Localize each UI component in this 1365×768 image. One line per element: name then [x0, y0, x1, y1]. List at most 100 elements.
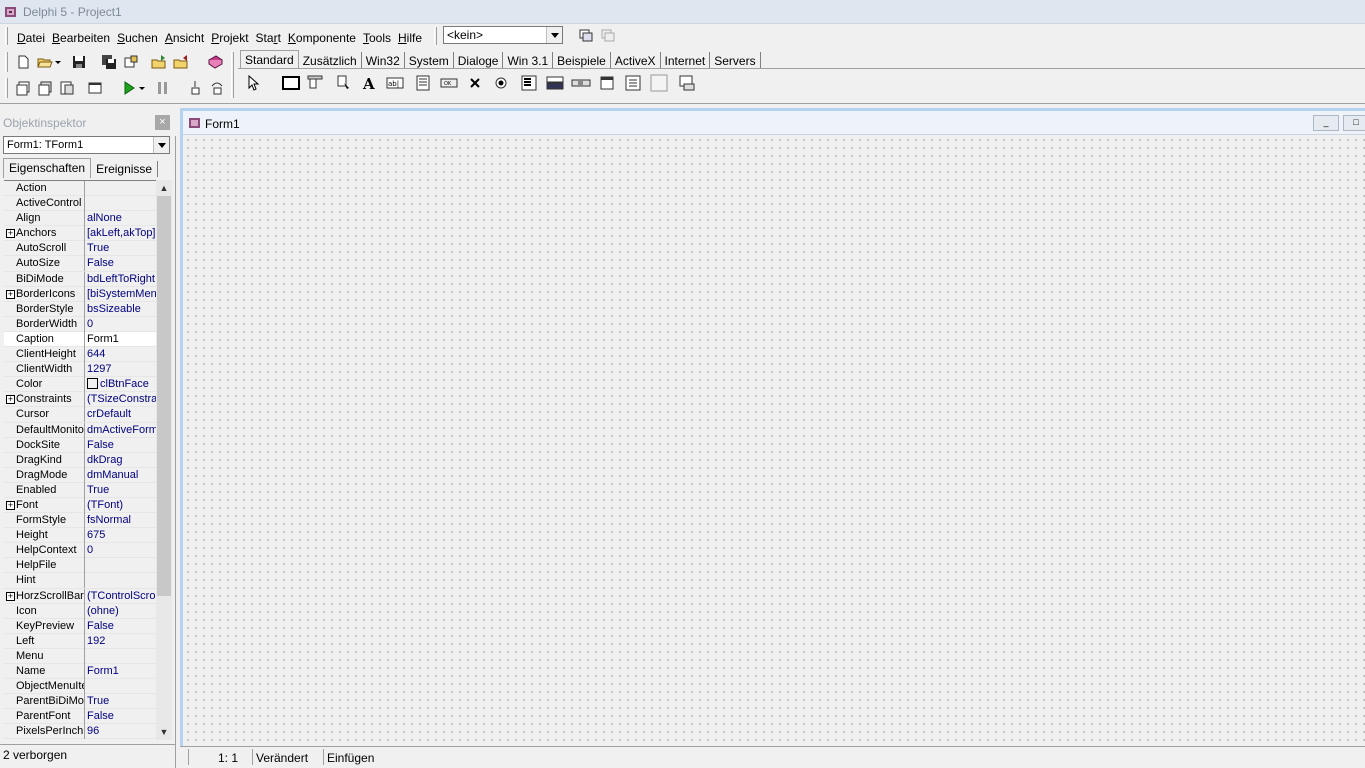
property-row[interactable]: DockSite False: [4, 437, 156, 453]
standard-toolbar-grip[interactable]: [5, 52, 8, 72]
view-unit-icon[interactable]: [12, 77, 34, 99]
property-row[interactable]: Caption Form1: [4, 331, 156, 348]
menu-tools[interactable]: Tools: [360, 28, 394, 48]
remove-from-project-icon[interactable]: [170, 51, 192, 73]
panel-component-icon[interactable]: [648, 72, 670, 94]
property-value[interactable]: (ohne): [87, 604, 156, 618]
property-row[interactable]: ParentFont False: [4, 709, 156, 725]
groupbox-component-icon[interactable]: [596, 72, 618, 94]
tab-ereignisse[interactable]: Ereignisse: [91, 161, 159, 177]
form-designer[interactable]: Form1 _ □: [180, 108, 1365, 746]
save-desktop-icon[interactable]: [575, 24, 597, 46]
menu-projekt[interactable]: Projekt: [208, 28, 251, 48]
expand-icon[interactable]: +: [6, 229, 15, 239]
property-row[interactable]: KeyPreview False: [4, 618, 156, 634]
property-value[interactable]: 644: [87, 347, 156, 361]
form-design-surface[interactable]: [183, 135, 1365, 746]
property-row[interactable]: BorderWidth 0: [4, 316, 156, 332]
property-value[interactable]: bsSizeable: [87, 302, 156, 316]
property-row[interactable]: Color clBtnFace: [4, 377, 156, 393]
property-value[interactable]: crDefault: [87, 407, 156, 421]
property-value[interactable]: [akLeft,akTop]: [87, 226, 156, 240]
edit-component-icon[interactable]: ab|: [384, 72, 406, 94]
property-row[interactable]: ClientHeight 644: [4, 347, 156, 363]
menu-ansicht[interactable]: Ansicht: [162, 28, 207, 48]
combobox-component-icon[interactable]: [544, 72, 566, 94]
scroll-up-icon[interactable]: ▲: [156, 180, 172, 196]
property-value[interactable]: 0: [87, 543, 156, 557]
tab-eigenschaften[interactable]: Eigenschaften: [3, 158, 92, 178]
memo-component-icon[interactable]: [412, 72, 434, 94]
palette-grip[interactable]: [231, 52, 234, 98]
maximize-button[interactable]: □: [1343, 115, 1365, 131]
property-value[interactable]: False: [87, 438, 156, 452]
view-toolbar-grip[interactable]: [5, 78, 8, 98]
property-value[interactable]: False: [87, 256, 156, 270]
property-row[interactable]: ParentBiDiModeTrue: [4, 694, 156, 710]
property-row[interactable]: AutoScroll True: [4, 241, 156, 257]
property-row[interactable]: ObjectMenuItem: [4, 679, 156, 695]
property-value[interactable]: Form1: [87, 332, 156, 346]
property-row[interactable]: + Anchors [akLeft,akTop]: [4, 226, 156, 242]
palette-tab-servers[interactable]: Servers: [710, 52, 761, 68]
property-row[interactable]: Cursor crDefault: [4, 407, 156, 423]
property-value[interactable]: alNone: [87, 211, 156, 225]
listbox-component-icon[interactable]: [518, 72, 540, 94]
button-component-icon[interactable]: OK: [438, 72, 460, 94]
chevron-down-icon[interactable]: [153, 137, 169, 153]
menu-hilfe[interactable]: Hilfe: [395, 28, 425, 48]
property-row[interactable]: Name Form1: [4, 664, 156, 680]
palette-tab-internet[interactable]: Internet: [661, 52, 711, 68]
property-row[interactable]: +Constraints (TSizeConstrain: [4, 392, 156, 408]
set-debug-desktop-icon[interactable]: [597, 24, 619, 46]
property-value[interactable]: 0: [87, 317, 156, 331]
property-row[interactable]: Enabled True: [4, 482, 156, 498]
palette-tab-zus-tzlich[interactable]: Zusätzlich: [299, 52, 362, 68]
property-value[interactable]: dkDrag: [87, 453, 156, 467]
trace-into-icon[interactable]: [184, 77, 206, 99]
property-value[interactable]: 1297: [87, 362, 156, 376]
new-form-icon[interactable]: [84, 77, 106, 99]
property-value[interactable]: 192: [87, 634, 156, 648]
property-value[interactable]: True: [87, 241, 156, 255]
menu-datei[interactable]: Datei: [14, 28, 48, 48]
property-value[interactable]: True: [87, 694, 156, 708]
property-row[interactable]: +HorzScrollBar(TControlScrollB: [4, 588, 156, 604]
property-row[interactable]: Action: [4, 181, 156, 197]
add-to-project-icon[interactable]: [148, 51, 170, 73]
actionlist-component-icon[interactable]: [676, 72, 698, 94]
property-row[interactable]: HelpContext 0: [4, 543, 156, 559]
popupmenu-component-icon[interactable]: [332, 72, 354, 94]
property-value[interactable]: True: [87, 483, 156, 497]
property-value[interactable]: dmActiveForm: [87, 423, 156, 437]
menu-start[interactable]: Start: [253, 28, 284, 48]
property-row[interactable]: Menu: [4, 648, 156, 664]
minimize-button[interactable]: _: [1313, 115, 1339, 131]
palette-tab-win-3-1[interactable]: Win 3.1: [503, 52, 554, 68]
checkbox-component-icon[interactable]: [464, 72, 486, 94]
property-row[interactable]: Icon (ohne): [4, 603, 156, 619]
scroll-down-icon[interactable]: ▼: [156, 724, 172, 740]
property-row[interactable]: Hint: [4, 573, 156, 589]
open-project-icon[interactable]: [120, 51, 142, 73]
property-value[interactable]: 96: [87, 724, 156, 738]
frames-component-icon[interactable]: [280, 72, 302, 94]
help-icon[interactable]: [204, 51, 226, 73]
property-value[interactable]: fsNormal: [87, 513, 156, 527]
palette-tab-standard[interactable]: Standard: [240, 50, 299, 68]
property-row[interactable]: DefaultMonitor dmActiveForm: [4, 422, 156, 438]
radiogroup-component-icon[interactable]: [622, 72, 644, 94]
new-file-icon[interactable]: [12, 51, 34, 73]
desktop-toolbar-grip[interactable]: [434, 27, 437, 45]
property-row[interactable]: HelpFile: [4, 558, 156, 574]
toggle-form-unit-icon[interactable]: [56, 77, 78, 99]
property-row[interactable]: FormStyle fsNormal: [4, 513, 156, 529]
property-value[interactable]: 675: [87, 528, 156, 542]
property-row[interactable]: DragKind dkDrag: [4, 452, 156, 468]
pointer-tool-icon[interactable]: [242, 72, 264, 94]
radiobutton-component-icon[interactable]: [490, 72, 512, 94]
object-selector-combo[interactable]: Form1: TForm1: [3, 136, 170, 154]
expand-icon[interactable]: +: [6, 289, 15, 299]
expand-icon[interactable]: +: [6, 591, 15, 601]
property-row[interactable]: ClientWidth 1297: [4, 362, 156, 378]
